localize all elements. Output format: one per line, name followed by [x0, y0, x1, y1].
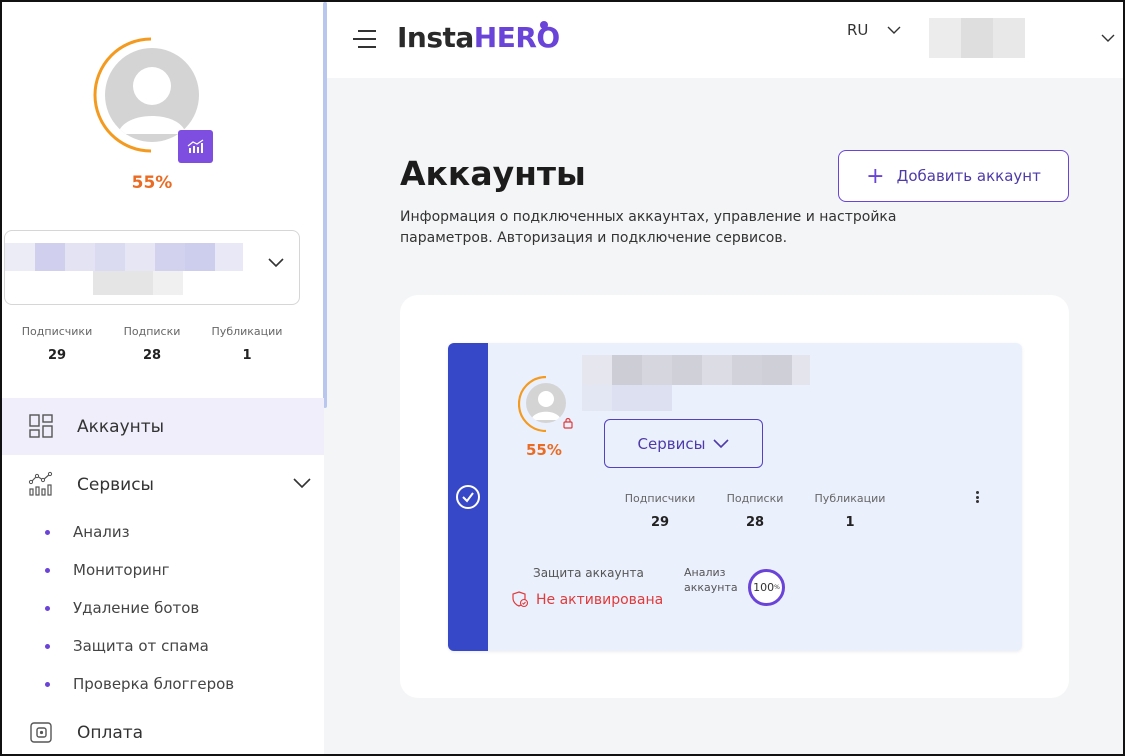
stat-label: Публикации — [211, 325, 283, 338]
services-button-label: Сервисы — [637, 434, 706, 453]
analysis-label-line-1: Анализ — [684, 566, 726, 579]
top-header: InstaHERO RU — [327, 2, 1123, 78]
dashboard-grid-icon — [29, 414, 53, 438]
bullet-icon — [45, 568, 50, 573]
sidebar-item-label: Оплата — [77, 722, 144, 743]
stat-label: Подписки — [123, 325, 181, 338]
bullet-icon — [45, 606, 50, 611]
chevron-down-icon[interactable] — [887, 26, 901, 35]
hamburger-menu-icon[interactable] — [352, 28, 378, 50]
stat-label: Подписчики — [624, 492, 696, 505]
protection-status-link[interactable]: Не активирована — [512, 591, 663, 608]
protection-label: Защита аккаунта — [533, 566, 644, 580]
stat-value: 29 — [650, 515, 670, 530]
sidebar-subitem-label: Мониторинг — [73, 561, 170, 579]
analysis-score-ring[interactable]: 100% — [748, 569, 785, 606]
analysis-label: Анализ аккаунта — [684, 565, 738, 595]
analytics-chart-icon[interactable] — [178, 130, 213, 163]
stat-followers: Подписчики 29 — [20, 325, 94, 363]
logo-text-insta: Insta — [397, 21, 474, 54]
avatar-placeholder-icon — [526, 383, 566, 423]
lock-icon — [563, 417, 573, 429]
sidebar-subitem-label: Удаление ботов — [73, 599, 200, 617]
checkmark-icon[interactable] — [456, 485, 480, 509]
stat-label: Подписчики — [21, 325, 93, 338]
wallet-icon — [30, 722, 52, 743]
card-selection-strip[interactable] — [448, 343, 488, 651]
sidebar-item-accounts[interactable]: Аккаунты — [2, 398, 324, 455]
chevron-down-icon — [293, 478, 311, 489]
services-dropdown-button[interactable]: Сервисы — [604, 419, 763, 468]
stat-value: 29 — [47, 348, 67, 363]
language-selector[interactable]: RU — [847, 21, 868, 39]
stat-posts: Публикации 1 — [208, 325, 286, 363]
chevron-down-icon — [268, 258, 284, 268]
account-card: 55% Сервисы Подписчики 29 Подписки 28 Пу… — [448, 343, 1022, 651]
stat-value: 28 — [745, 515, 765, 530]
card-stat-posts: Публикации 1 — [810, 492, 890, 530]
add-account-label: Добавить аккаунт — [896, 167, 1041, 185]
sidebar-subitem-label: Защита от спама — [73, 637, 209, 655]
chevron-down-icon — [713, 438, 730, 448]
shield-warning-icon — [512, 591, 529, 608]
stat-following: Подписки 28 — [117, 325, 187, 363]
stat-label: Публикации — [814, 492, 886, 505]
card-progress-percent: 55% — [526, 441, 562, 459]
more-options-icon[interactable] — [974, 491, 980, 505]
user-menu[interactable] — [929, 18, 1025, 58]
sidebar-subitem-bot-removal[interactable]: Удаление ботов — [2, 592, 324, 626]
sidebar-item-payment[interactable]: Оплата — [2, 704, 324, 756]
stat-value: 1 — [242, 348, 252, 363]
sidebar-subitem-blogger-check[interactable]: Проверка блоггеров — [2, 668, 324, 702]
bullet-icon — [45, 644, 50, 649]
avatar-placeholder-icon — [105, 48, 199, 142]
logo-dot-icon — [540, 21, 548, 29]
page-title: Аккаунты — [400, 154, 586, 193]
analysis-label-line-2: аккаунта — [684, 581, 738, 594]
page-description: Информация о подключенных аккаунтах, упр… — [400, 209, 897, 246]
bullet-icon — [45, 682, 50, 687]
sidebar-item-services[interactable]: Сервисы — [2, 456, 324, 513]
account-name — [582, 355, 810, 411]
sidebar-subitem-spam-protection[interactable]: Защита от спама — [2, 630, 324, 664]
add-account-button[interactable]: + Добавить аккаунт — [838, 150, 1069, 202]
card-stat-following: Подписки 28 — [720, 492, 790, 530]
chevron-down-icon[interactable] — [1101, 34, 1115, 43]
analytics-graph-icon — [28, 471, 53, 496]
profile-progress-percent: 55% — [131, 173, 173, 193]
sidebar-item-label: Аккаунты — [77, 416, 165, 437]
plus-icon: + — [866, 163, 885, 189]
sidebar-subitem-analysis[interactable]: Анализ — [2, 516, 324, 550]
protection-status-text: Не активирована — [536, 591, 664, 608]
sidebar-subitem-label: Проверка блоггеров — [73, 675, 235, 693]
app-logo[interactable]: InstaHERO — [397, 21, 560, 54]
percent-sign: % — [774, 584, 780, 591]
analysis-score-value: 100 — [753, 581, 775, 594]
sidebar-subitem-label: Анализ — [73, 523, 130, 541]
stat-value: 28 — [142, 348, 162, 363]
stat-value: 1 — [845, 515, 855, 530]
stat-label: Подписки — [726, 492, 784, 505]
sidebar-item-label: Сервисы — [77, 474, 154, 495]
sidebar-subitem-monitoring[interactable]: Мониторинг — [2, 554, 324, 588]
card-stat-followers: Подписчики 29 — [620, 492, 700, 530]
bullet-icon — [45, 530, 50, 535]
account-selector[interactable] — [4, 230, 300, 305]
